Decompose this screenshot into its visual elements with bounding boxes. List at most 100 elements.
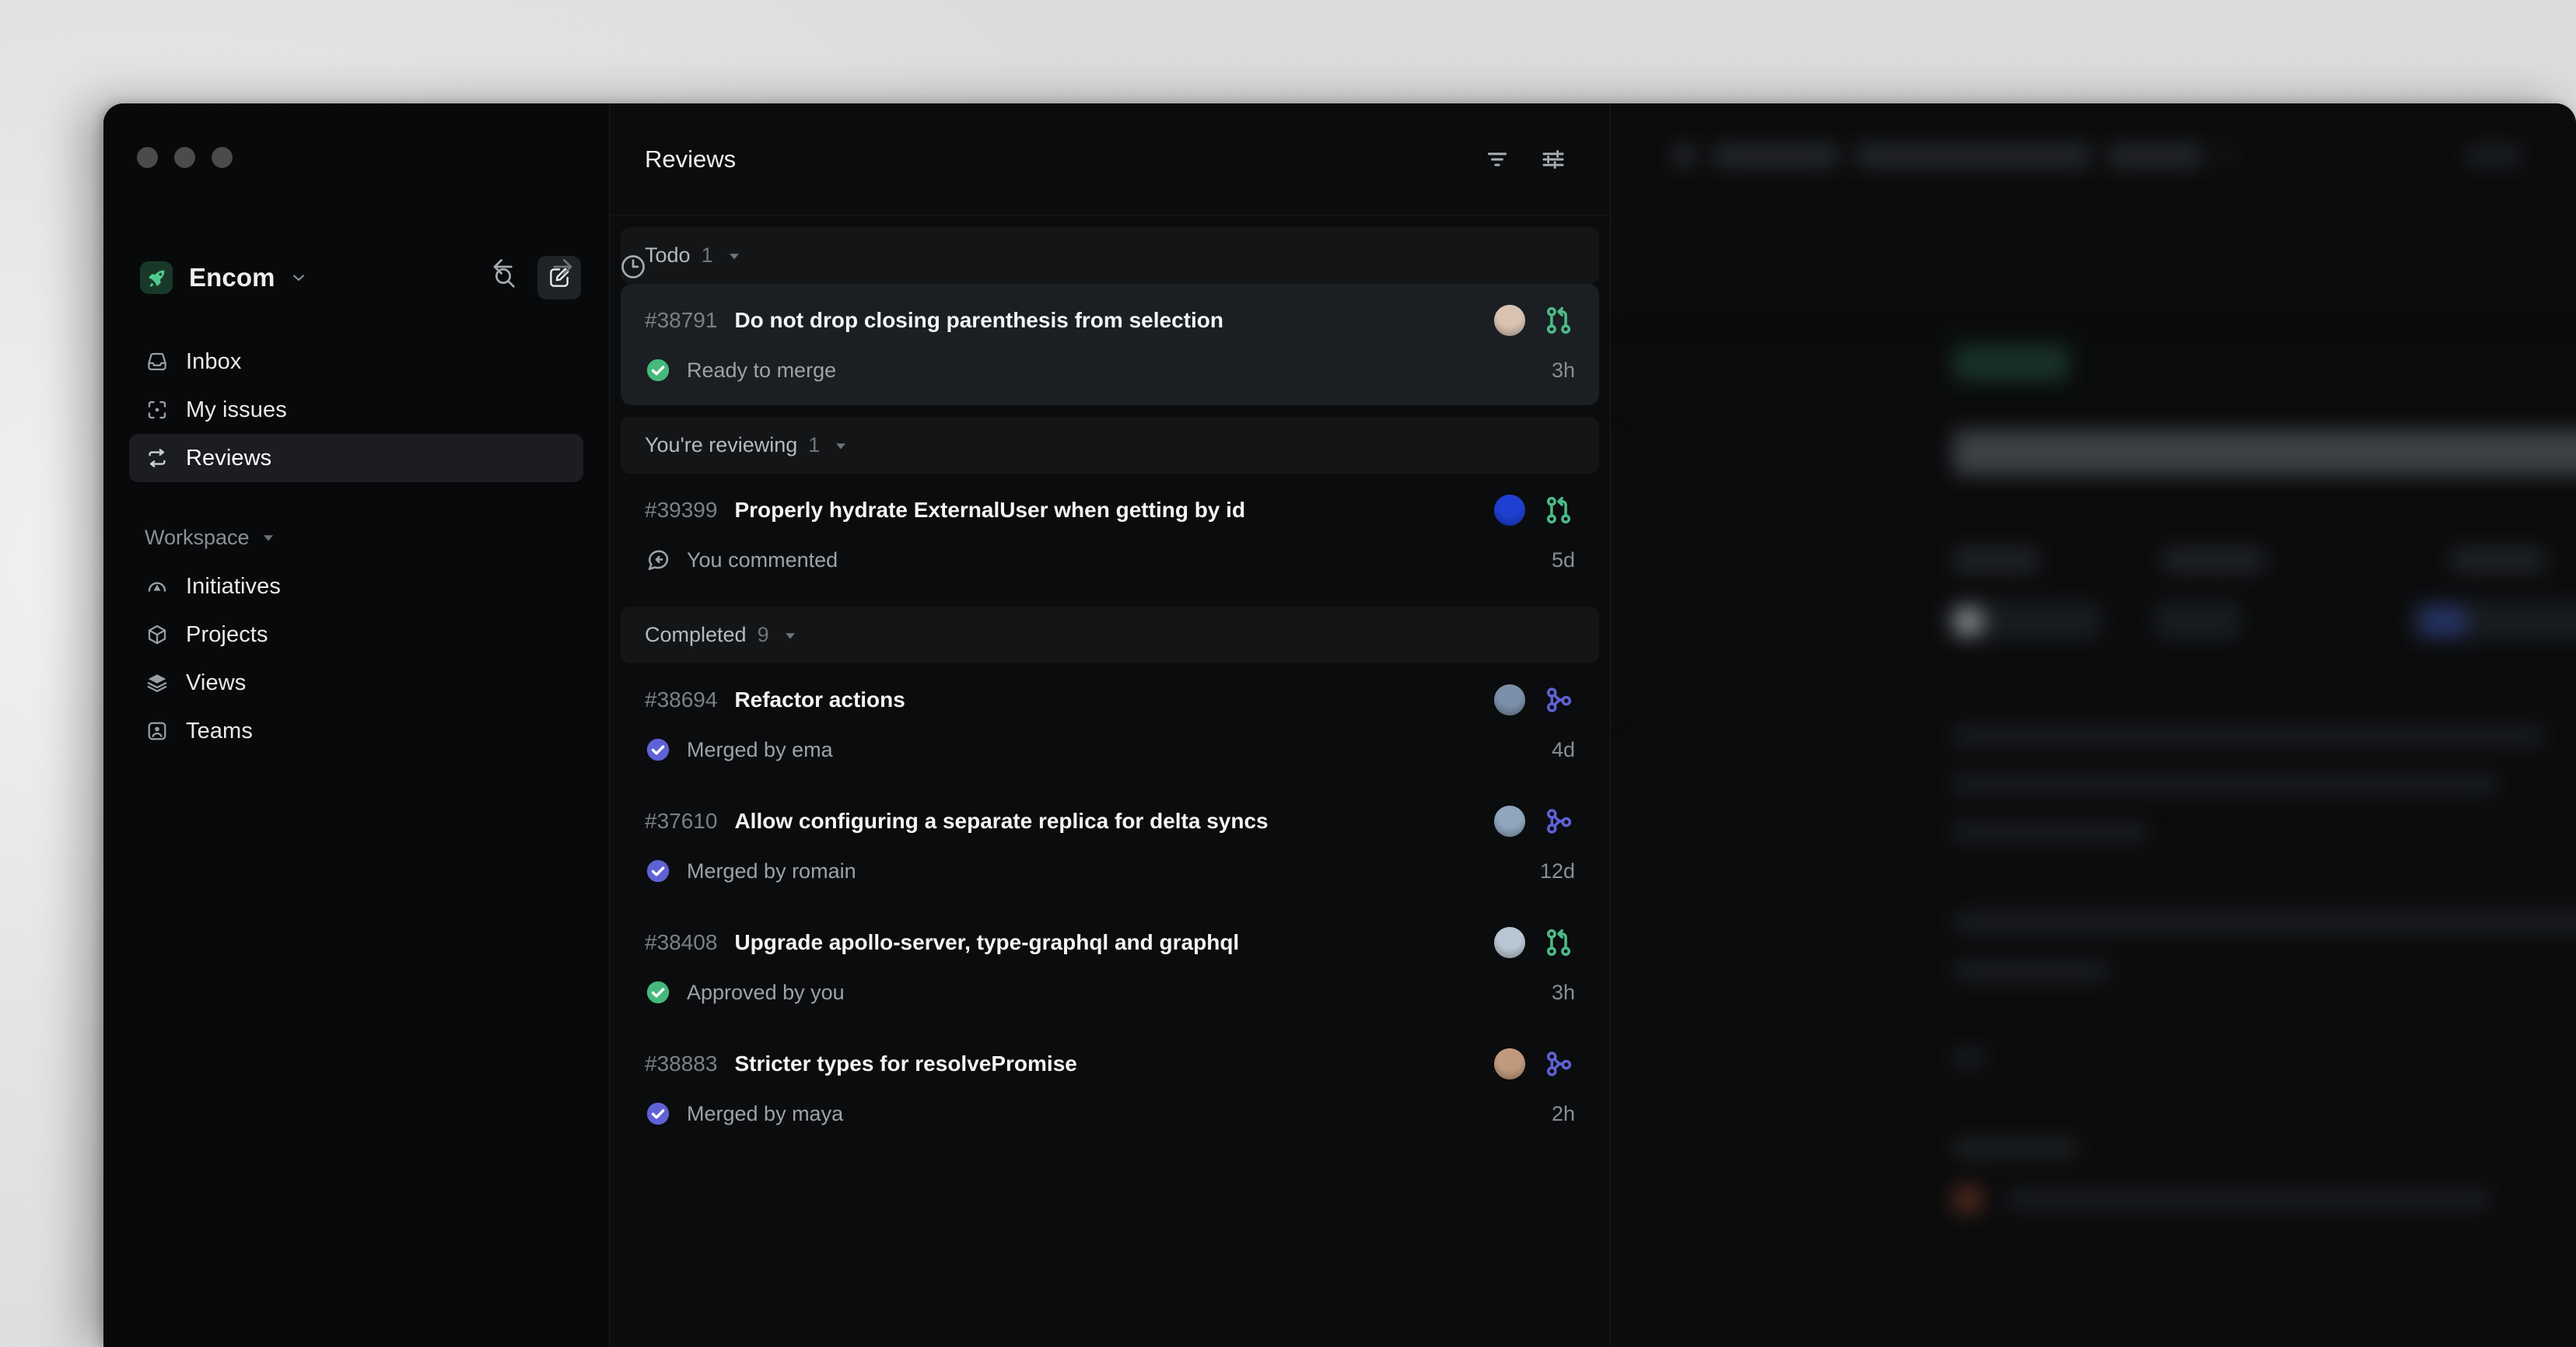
check-circle-icon	[645, 736, 671, 763]
review-status-text: Ready to merge	[687, 358, 837, 382]
review-id: #39399	[645, 498, 718, 522]
group-header[interactable]: Completed 9	[621, 607, 1599, 663]
review-id: #37610	[645, 809, 718, 833]
review-title: Allow configuring a separate replica for…	[734, 809, 1269, 833]
avatar	[1494, 684, 1525, 715]
initiatives-icon	[145, 575, 169, 599]
window-controls	[103, 103, 609, 168]
merged-icon	[1542, 684, 1575, 716]
review-title: Refactor actions	[734, 687, 905, 712]
views-icon	[145, 671, 169, 695]
avatar	[1494, 305, 1525, 336]
merged-icon	[1542, 1048, 1575, 1080]
workspace-section-header[interactable]: Workspace	[103, 517, 609, 558]
issue-detail-panel[interactable]	[1611, 103, 2576, 1347]
sidebar-item-label: Projects	[186, 621, 268, 647]
review-id: #38694	[645, 687, 718, 712]
review-title: Stricter types for resolvePromise	[734, 1051, 1077, 1076]
sidebar-item-views[interactable]: Views	[129, 659, 583, 707]
review-timestamp: 12d	[1539, 859, 1575, 883]
group-header[interactable]: You're reviewing 1	[621, 417, 1599, 474]
rocket-icon	[140, 261, 173, 294]
sidebar: Encom Inbox My issues Reviews Workspace …	[103, 103, 645, 1347]
clock-icon[interactable]	[611, 245, 655, 289]
sidebar-item-label: My issues	[186, 397, 287, 422]
group-title: Completed	[645, 623, 747, 646]
sidebar-item-teams[interactable]: Teams	[129, 707, 583, 755]
review-timestamp: 3h	[1551, 358, 1575, 382]
comment-reply-icon	[645, 547, 671, 573]
workspace-name: Encom	[189, 263, 275, 292]
page-title: Reviews	[645, 145, 737, 173]
review-status-text: Merged by ema	[687, 737, 833, 761]
forward-button[interactable]	[541, 245, 585, 289]
back-button[interactable]	[481, 245, 524, 289]
sidebar-item-label: Reviews	[186, 445, 272, 471]
review-row[interactable]: #37610 Allow configuring a separate repli…	[621, 785, 1599, 906]
review-id: #38408	[645, 930, 718, 954]
review-id: #38883	[645, 1051, 718, 1076]
review-title: Properly hydrate ExternalUser when getti…	[734, 498, 1246, 522]
group-header[interactable]: Todo 1	[621, 227, 1599, 284]
reviews-icon	[145, 446, 169, 471]
reviews-list[interactable]: Todo 1 #38791 Do not drop closing parenthes…	[610, 215, 1610, 1347]
pull-request-icon	[1542, 494, 1575, 527]
projects-icon	[145, 623, 169, 647]
sidebar-item-projects[interactable]: Projects	[129, 611, 583, 659]
review-row[interactable]: #38694 Refactor actions Merged by ema 4d	[621, 663, 1599, 785]
sidebar-item-label: Inbox	[186, 348, 242, 374]
sidebar-item-initiatives[interactable]: Initiatives	[129, 562, 583, 611]
avatar	[1494, 806, 1525, 837]
review-timestamp: 4d	[1551, 737, 1575, 761]
merged-icon	[1542, 805, 1575, 838]
caret-down-icon[interactable]	[783, 628, 797, 642]
review-row[interactable]: #38791 Do not drop closing parenthesis fr…	[621, 284, 1599, 405]
review-status-text: Merged by romain	[687, 859, 856, 883]
reviews-list-panel: Reviews Todo 1 #38791 Do not drop closing p…	[609, 103, 1611, 1347]
status-badge	[1953, 345, 2070, 382]
sliders-icon[interactable]	[1531, 137, 1576, 182]
sidebar-nav: Inbox My issues Reviews	[103, 338, 609, 482]
sidebar-item-inbox[interactable]: Inbox	[129, 338, 583, 386]
check-circle-icon	[645, 1100, 671, 1127]
avatar	[1494, 1048, 1525, 1079]
review-timestamp: 3h	[1551, 980, 1575, 1004]
review-status-text: Approved by you	[687, 980, 845, 1004]
caret-down-icon[interactable]	[834, 439, 848, 453]
breadcrumb	[1673, 144, 2521, 167]
review-id: #38791	[645, 308, 718, 332]
caret-down-icon[interactable]	[727, 249, 741, 263]
avatar	[1494, 495, 1525, 526]
review-status-text: Merged by maya	[687, 1101, 844, 1125]
app-window: Encom Inbox My issues Reviews Workspace …	[103, 103, 2576, 1347]
teams-icon	[145, 719, 169, 743]
review-title: Do not drop closing parenthesis from sel…	[734, 308, 1223, 332]
review-row[interactable]: #38408 Upgrade apollo-server, type-graphq…	[621, 906, 1599, 1027]
sidebar-item-label: Initiatives	[186, 573, 281, 599]
check-circle-icon	[645, 979, 671, 1006]
issue-detail-blurred-content	[1611, 103, 2576, 1347]
review-status-text: You commented	[687, 548, 838, 572]
maximize-button[interactable]	[212, 146, 233, 168]
list-header: Reviews	[610, 103, 1610, 215]
filter-icon[interactable]	[1475, 137, 1520, 182]
sidebar-item-label: Teams	[186, 718, 253, 743]
review-title: Upgrade apollo-server, type-graphql and …	[734, 930, 1240, 954]
review-row[interactable]: #38883 Stricter types for resolvePromise M…	[621, 1027, 1599, 1149]
close-button[interactable]	[137, 146, 158, 168]
workspace-section-label: Workspace	[145, 525, 250, 549]
review-timestamp: 2h	[1551, 1101, 1575, 1125]
group-title: You're reviewing	[645, 433, 798, 457]
minimize-button[interactable]	[174, 146, 195, 168]
sidebar-item-my-issues[interactable]: My issues	[129, 386, 583, 434]
sidebar-item-reviews[interactable]: Reviews	[129, 434, 583, 482]
chevron-down-icon	[289, 268, 308, 287]
check-circle-icon	[645, 858, 671, 884]
pull-request-icon	[1542, 304, 1575, 337]
group-count: 1	[808, 433, 821, 457]
pull-request-icon	[1542, 926, 1575, 959]
caret-down-icon	[261, 530, 275, 544]
avatar	[1494, 927, 1525, 958]
review-row[interactable]: #39399 Properly hydrate ExternalUser when…	[621, 474, 1599, 595]
issue-title	[1953, 430, 2576, 475]
